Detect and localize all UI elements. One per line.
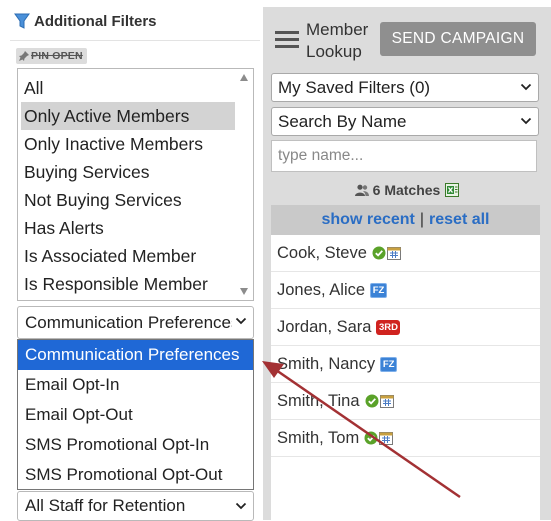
filter-item-buying-services[interactable]: Buying Services: [21, 158, 235, 186]
listbox-scrollbar[interactable]: [236, 69, 253, 300]
filter-item-all[interactable]: All: [21, 74, 235, 102]
chevron-down-icon: [235, 502, 247, 510]
scroll-up-icon[interactable]: [240, 74, 248, 81]
member-lookup-panel: Member Lookup SEND CAMPAIGN My Saved Fil…: [263, 7, 551, 520]
link-separator: |: [419, 211, 425, 228]
divider: [10, 40, 260, 41]
member-row[interactable]: Jones, Alice FZ: [271, 272, 540, 309]
filter-listbox[interactable]: All Only Active Members Only Inactive Me…: [17, 68, 254, 301]
member-name[interactable]: Jones, Alice: [277, 281, 365, 300]
search-by-select[interactable]: Search By Name: [271, 107, 539, 136]
option-communication-preferences[interactable]: Communication Preferences: [18, 340, 253, 370]
third-badge: 3RD: [376, 319, 401, 335]
option-email-opt-in[interactable]: Email Opt-In: [18, 370, 253, 400]
filter-item-is-responsible-member[interactable]: Is Responsible Member: [21, 270, 235, 298]
member-name[interactable]: Smith, Tom: [277, 429, 359, 448]
option-sms-promotional-opt-out[interactable]: SMS Promotional Opt-Out: [18, 460, 253, 489]
name-search-input[interactable]: [271, 140, 537, 172]
saved-filters-value: My Saved Filters (0): [278, 78, 431, 97]
member-row[interactable]: Jordan, Sara 3RD: [271, 309, 540, 346]
hamburger-menu-icon[interactable]: [275, 31, 299, 50]
communication-select-value: Communication Preferences: [25, 313, 232, 332]
scroll-down-icon[interactable]: [240, 288, 248, 295]
matches-count: 6 Matches: [263, 180, 551, 200]
check-icon: [364, 431, 378, 445]
title-line-1: Member: [306, 20, 369, 39]
check-icon: [365, 394, 379, 408]
filter-item-has-alerts[interactable]: Has Alerts: [21, 214, 235, 242]
member-name[interactable]: Smith, Tina: [277, 392, 360, 411]
filter-item-is-associated-member[interactable]: Is Associated Member: [21, 242, 235, 270]
excel-export-icon[interactable]: [445, 183, 460, 197]
saved-filters-select[interactable]: My Saved Filters (0): [271, 73, 539, 102]
option-sms-promotional-opt-in[interactable]: SMS Promotional Opt-In: [18, 430, 253, 460]
reset-all-link[interactable]: reset all: [429, 211, 489, 229]
check-icon: [372, 246, 386, 260]
filters-title: Additional Filters: [34, 12, 157, 30]
users-icon: [354, 184, 369, 196]
funnel-icon: [14, 13, 30, 29]
filter-item-only-active-members[interactable]: Only Active Members: [21, 102, 235, 130]
filters-header: Additional Filters: [13, 12, 157, 30]
member-results-list: Cook, Steve Jones, Alice FZ Jordan, Sara…: [271, 235, 540, 520]
member-name[interactable]: Cook, Steve: [277, 244, 367, 263]
calendar-icon[interactable]: [379, 431, 394, 445]
pin-open-label: PIN OPEN: [31, 50, 83, 62]
search-by-value: Search By Name: [278, 112, 407, 131]
member-row[interactable]: Cook, Steve: [271, 235, 540, 272]
fz-badge: FZ: [380, 356, 398, 372]
title-line-2: Lookup: [306, 42, 362, 61]
recent-reset-bar: show recent | reset all: [271, 205, 540, 235]
member-name[interactable]: Smith, Nancy: [277, 355, 375, 374]
send-campaign-button[interactable]: SEND CAMPAIGN: [380, 22, 536, 56]
staff-select-value: All Staff for Retention: [25, 496, 186, 515]
filter-item-only-inactive-members[interactable]: Only Inactive Members: [21, 130, 235, 158]
show-recent-link[interactable]: show recent: [322, 211, 415, 229]
pin-open-button[interactable]: PIN OPEN: [16, 48, 87, 64]
member-row[interactable]: Smith, Nancy FZ: [271, 346, 540, 383]
chevron-down-icon: [235, 317, 247, 325]
filter-item-not-buying-services[interactable]: Not Buying Services: [21, 186, 235, 214]
member-row[interactable]: Smith, Tom: [271, 420, 540, 457]
option-email-opt-out[interactable]: Email Opt-Out: [18, 400, 253, 430]
member-row[interactable]: Smith, Tina: [271, 383, 540, 420]
member-name[interactable]: Jordan, Sara: [277, 318, 371, 337]
calendar-icon[interactable]: [386, 246, 401, 260]
staff-retention-select[interactable]: All Staff for Retention: [17, 491, 254, 521]
additional-filters-panel: Additional Filters PIN OPEN All Only Act…: [0, 0, 262, 521]
member-lookup-title: Member Lookup: [306, 19, 368, 63]
communication-preferences-select[interactable]: Communication Preferences: [17, 306, 254, 339]
fz-badge: FZ: [370, 282, 388, 298]
chevron-down-icon: [520, 83, 532, 91]
communication-dropdown-menu: Communication Preferences Email Opt-In E…: [17, 339, 254, 490]
pin-icon: [19, 51, 29, 61]
calendar-icon[interactable]: [379, 394, 394, 408]
matches-label: 6 Matches: [372, 182, 441, 198]
chevron-down-icon: [520, 117, 532, 125]
